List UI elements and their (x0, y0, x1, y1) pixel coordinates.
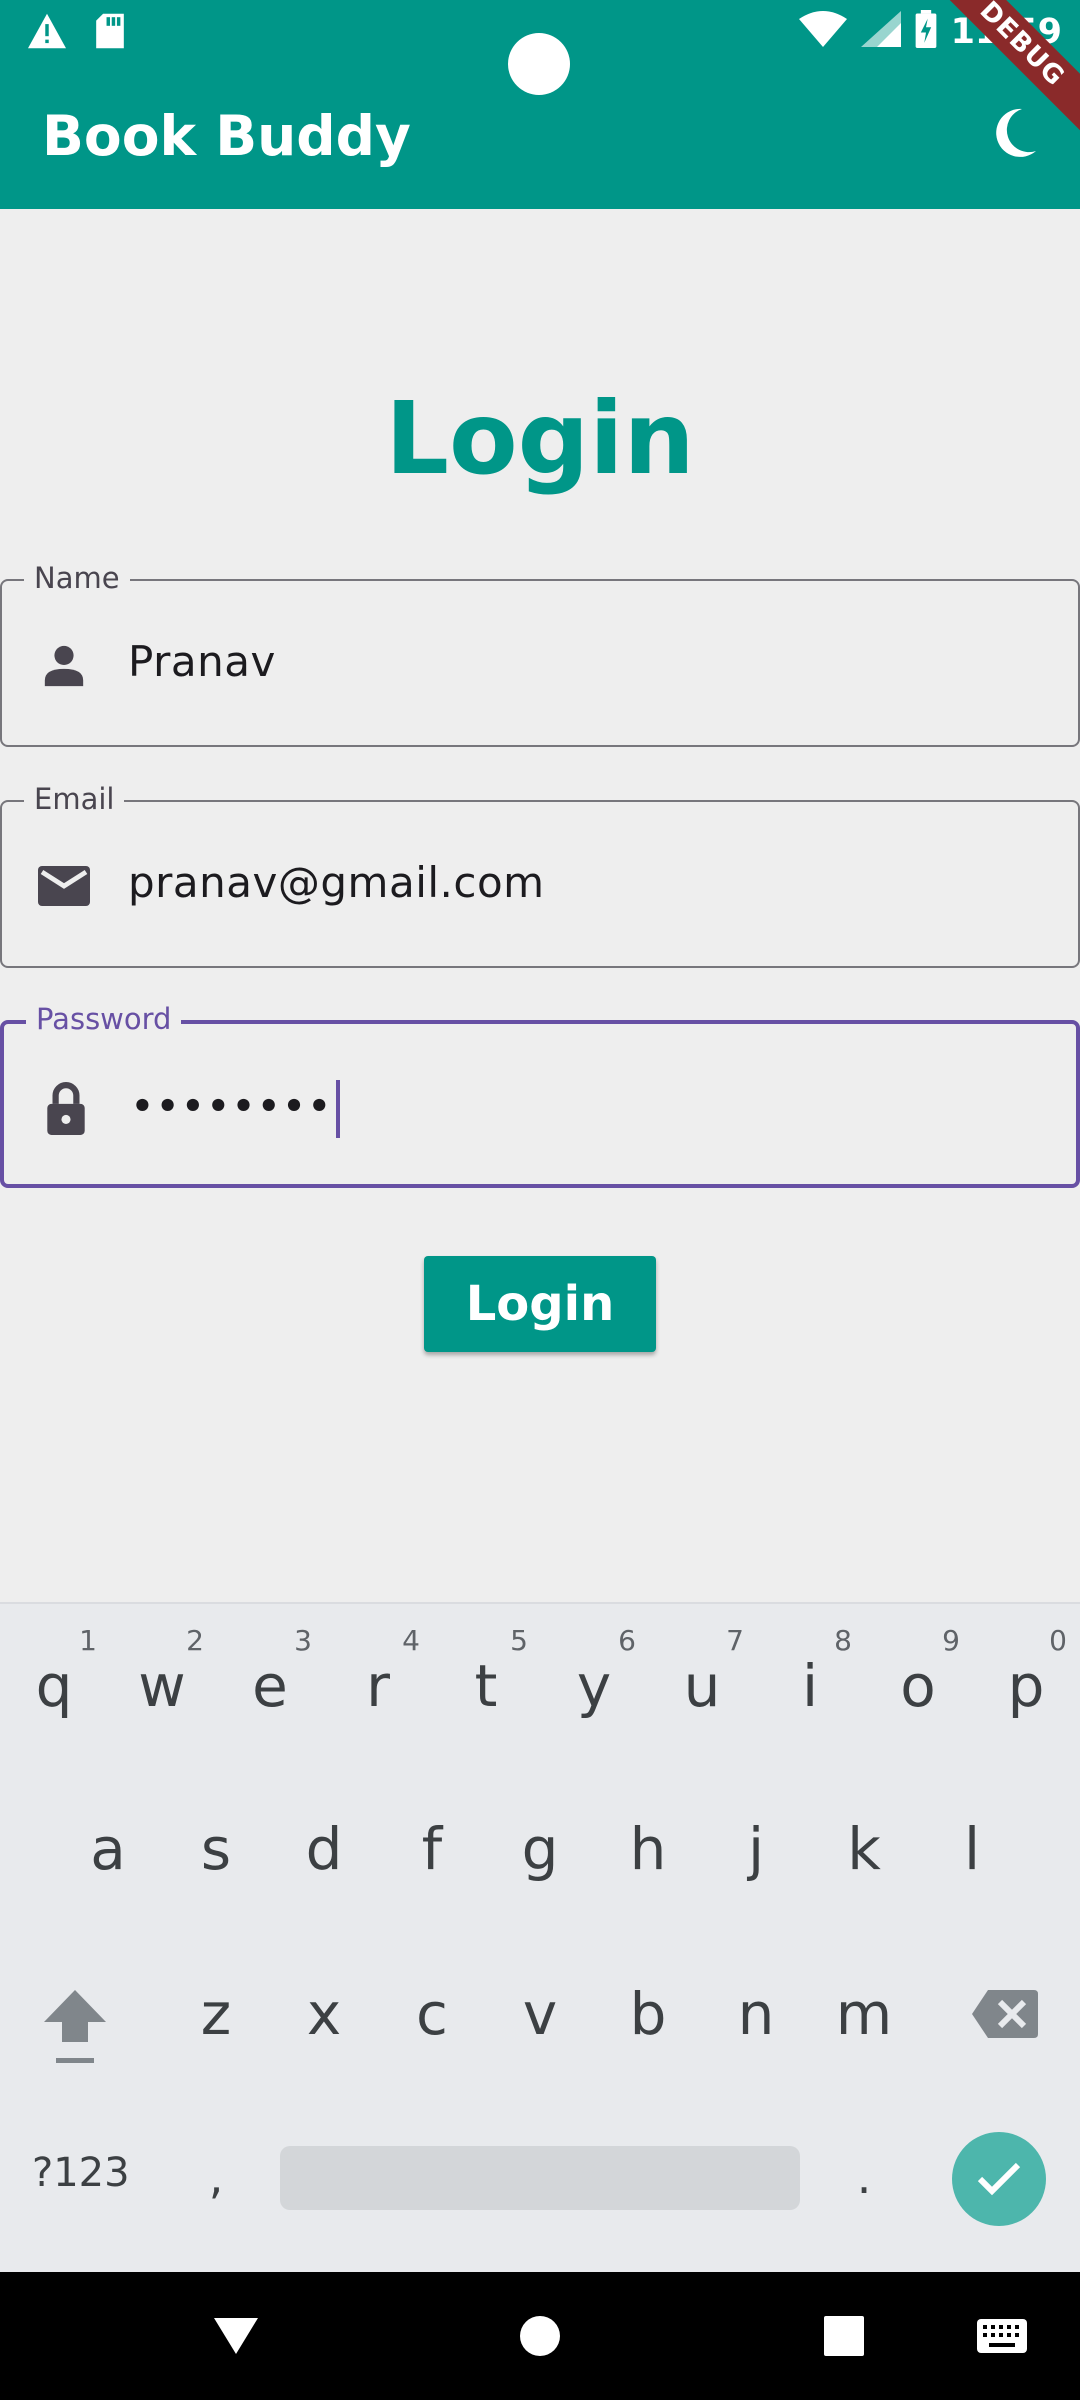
check-icon (977, 2162, 1021, 2196)
name-field[interactable]: Name Pranav (0, 561, 1080, 747)
app-bar: 11:59 Book Buddy DEBUG (0, 0, 1080, 209)
key-a[interactable]: a (58, 1815, 158, 1883)
name-field-value: Pranav (128, 637, 276, 686)
key-w[interactable]: w (112, 1652, 212, 1720)
period-key[interactable]: . (814, 2150, 914, 2204)
home-button[interactable] (510, 2306, 570, 2366)
key-q[interactable]: q (4, 1652, 104, 1720)
space-key[interactable] (280, 2146, 800, 2210)
key-n[interactable]: n (706, 1980, 806, 2048)
key-m[interactable]: m (814, 1980, 914, 2048)
wifi-icon (798, 11, 847, 52)
keyboard-switch-icon (977, 2319, 1027, 2353)
key-g[interactable]: g (490, 1815, 590, 1883)
email-field-value: pranav@gmail.com (128, 858, 545, 907)
shift-key[interactable] (40, 1986, 110, 2066)
home-icon (520, 2316, 560, 2356)
key-l[interactable]: l (922, 1815, 1022, 1883)
key-c[interactable]: c (382, 1980, 482, 2048)
password-dots: •••••••• (130, 1081, 333, 1131)
battery-charging-icon (915, 10, 937, 53)
key-x[interactable]: x (274, 1980, 374, 2048)
back-button[interactable] (206, 2306, 266, 2366)
key-d[interactable]: d (274, 1815, 374, 1883)
shift-icon (44, 1990, 106, 2063)
comma-key[interactable]: , (166, 2150, 266, 2204)
page-title: Login (385, 380, 695, 497)
key-o[interactable]: o (868, 1652, 968, 1720)
backspace-icon (972, 1990, 1038, 2038)
keyboard-switch-button[interactable] (972, 2306, 1032, 2366)
key-e[interactable]: e (220, 1652, 320, 1720)
backspace-key[interactable] (972, 1990, 1038, 2038)
back-icon (214, 2318, 258, 2354)
signal-icon (860, 11, 901, 52)
key-f[interactable]: f (382, 1815, 482, 1883)
password-field-value: •••••••• (130, 1080, 341, 1138)
key-j[interactable]: j (706, 1815, 806, 1883)
key-p[interactable]: p (976, 1652, 1076, 1720)
moon-icon (994, 107, 1038, 162)
key-z[interactable]: z (166, 1980, 266, 2048)
name-field-label: Name (24, 561, 130, 595)
text-cursor (336, 1080, 341, 1138)
login-button[interactable]: Login (424, 1256, 656, 1352)
email-field[interactable]: Email pranav@gmail.com (0, 782, 1080, 968)
key-t[interactable]: t (436, 1652, 536, 1720)
sd-card-icon (94, 12, 126, 55)
warning-icon (26, 12, 68, 55)
camera-cutout (508, 33, 570, 95)
recents-icon (824, 2316, 864, 2356)
password-field[interactable]: Password •••••••• (0, 1002, 1080, 1188)
person-icon (38, 639, 90, 691)
key-y[interactable]: y (544, 1652, 644, 1720)
password-field-label: Password (26, 1002, 182, 1036)
email-field-label: Email (24, 782, 125, 816)
key-k[interactable]: k (814, 1815, 914, 1883)
app-title: Book Buddy (42, 104, 411, 168)
enter-key[interactable] (952, 2132, 1046, 2226)
key-r[interactable]: r (328, 1652, 428, 1720)
status-left-icons (26, 12, 126, 55)
recents-button[interactable] (814, 2306, 874, 2366)
key-h[interactable]: h (598, 1815, 698, 1883)
key-i[interactable]: i (760, 1652, 860, 1720)
lock-icon (40, 1082, 92, 1135)
theme-toggle-button[interactable] (986, 104, 1046, 164)
mail-icon (38, 860, 90, 912)
symbols-key[interactable]: ?123 (32, 2150, 130, 2196)
key-u[interactable]: u (652, 1652, 752, 1720)
status-bar: 11:59 (0, 0, 1080, 95)
key-s[interactable]: s (166, 1815, 266, 1883)
navigation-bar (0, 2272, 1080, 2400)
key-v[interactable]: v (490, 1980, 590, 2048)
key-b[interactable]: b (598, 1980, 698, 2048)
